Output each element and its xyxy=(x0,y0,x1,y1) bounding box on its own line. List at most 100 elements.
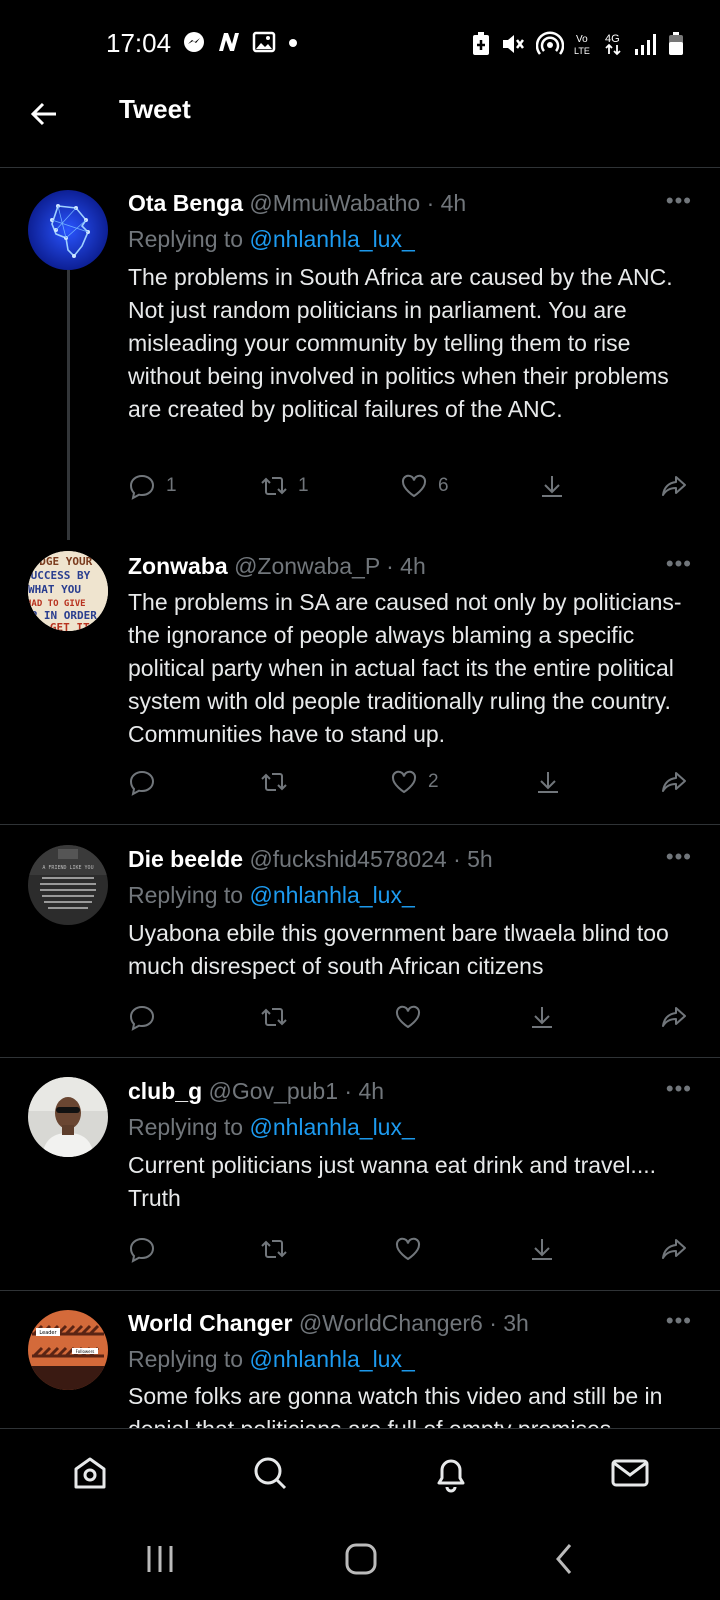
retweet-icon xyxy=(261,1240,287,1258)
replying-prefix: Replying to xyxy=(128,882,250,908)
more-options-icon[interactable]: ••• xyxy=(666,188,692,214)
bookmark-button[interactable] xyxy=(534,768,562,796)
bookmark-button[interactable] xyxy=(528,1003,556,1031)
retweet-icon xyxy=(261,477,287,495)
home-button-icon[interactable] xyxy=(344,1542,378,1576)
more-options-icon[interactable]: ••• xyxy=(666,1076,692,1102)
heart-icon xyxy=(401,474,427,498)
tweet-actions xyxy=(128,1235,698,1269)
tweet-actions: 1 1 6 xyxy=(128,472,698,506)
share-button[interactable] xyxy=(660,1003,688,1031)
messenger-icon xyxy=(184,32,204,52)
battery-saver-icon xyxy=(473,32,489,55)
retweet-button[interactable]: 1 xyxy=(260,472,309,500)
avatar[interactable]: JUDGE YOUR SUCCESS BY WHAT YOU HAD TO GI… xyxy=(28,551,108,631)
avatar[interactable]: Leader Followers xyxy=(28,1310,108,1390)
search-icon[interactable] xyxy=(250,1453,290,1493)
author-meta: @Zonwaba_P · 4h xyxy=(234,553,426,579)
volte-icon: VoLTE xyxy=(574,34,590,56)
bottom-nav xyxy=(0,1428,720,1520)
thread-line xyxy=(67,270,70,540)
like-button[interactable]: 2 xyxy=(390,768,439,796)
heart-icon xyxy=(395,1005,421,1029)
svg-text:Followers: Followers xyxy=(76,1349,95,1354)
system-nav-bar xyxy=(0,1520,720,1600)
retweet-button[interactable] xyxy=(260,768,288,796)
header: Tweet xyxy=(0,90,720,168)
author-name[interactable]: World Changer xyxy=(128,1310,292,1336)
retweet-button[interactable] xyxy=(260,1235,288,1263)
n-app-icon xyxy=(219,33,239,51)
tweet-1[interactable]: Ota Benga @MmuiWabatho · 4h ••• Replying… xyxy=(0,170,720,540)
share-icon xyxy=(662,772,686,792)
retweet-icon xyxy=(261,773,287,791)
reply-button[interactable] xyxy=(128,768,156,796)
page-title: Tweet xyxy=(119,94,191,124)
bookmark-button[interactable] xyxy=(528,1235,556,1263)
retweet-button[interactable] xyxy=(260,1003,288,1031)
replying-prefix: Replying to xyxy=(128,1346,250,1372)
tweet-3[interactable]: A FRIEND LIKE YOU Die beelde @fuckshid45… xyxy=(0,826,720,1058)
more-options-icon[interactable]: ••• xyxy=(666,551,692,577)
avatar[interactable]: A FRIEND LIKE YOU xyxy=(28,845,108,925)
reply-icon xyxy=(129,1237,155,1263)
replying-to: Replying to @nhlanhla_lux_ xyxy=(128,1114,415,1141)
share-button[interactable] xyxy=(660,472,688,500)
replying-to-link[interactable]: @nhlanhla_lux_ xyxy=(249,882,414,908)
recent-apps-icon[interactable] xyxy=(144,1542,176,1576)
download-icon xyxy=(532,1239,552,1260)
author-name[interactable]: Die beelde xyxy=(128,846,243,872)
heart-icon xyxy=(395,1237,421,1261)
svg-text:Leader: Leader xyxy=(39,1330,57,1336)
share-icon xyxy=(662,1007,686,1027)
bookmark-button[interactable] xyxy=(538,472,566,500)
svg-text:LTE: LTE xyxy=(574,46,590,56)
replying-to: Replying to @nhlanhla_lux_ xyxy=(128,226,415,253)
author-meta: @WorldChanger6 · 3h xyxy=(298,1310,529,1336)
tweet-text: Uyabona ebile this government bare tlwae… xyxy=(128,920,669,979)
download-icon xyxy=(542,476,562,497)
home-icon[interactable] xyxy=(70,1453,110,1493)
reply-button[interactable] xyxy=(128,1003,156,1031)
tweet-4[interactable]: club_g @Gov_pub1 · 4h ••• Replying to @n… xyxy=(0,1059,720,1291)
dot-icon xyxy=(289,39,297,47)
mute-icon xyxy=(503,35,524,53)
download-icon xyxy=(538,772,558,793)
more-options-icon[interactable]: ••• xyxy=(666,1308,692,1334)
author-name[interactable]: club_g xyxy=(128,1078,202,1104)
reply-count: 1 xyxy=(166,475,177,496)
tweet-text: The problems in SA are caused not only b… xyxy=(128,589,682,747)
share-button[interactable] xyxy=(660,768,688,796)
signal-icon xyxy=(635,34,656,55)
back-arrow-icon[interactable] xyxy=(28,98,60,130)
avatar[interactable] xyxy=(28,1077,108,1157)
messages-icon[interactable] xyxy=(610,1453,650,1493)
author-name[interactable]: Ota Benga xyxy=(128,190,243,216)
share-icon xyxy=(662,1239,686,1259)
tweet-header: Ota Benga @MmuiWabatho · 4h xyxy=(128,190,466,217)
author-meta: @MmuiWabatho · 4h xyxy=(249,190,467,216)
replying-to-link[interactable]: @nhlanhla_lux_ xyxy=(249,226,414,252)
author-name[interactable]: Zonwaba xyxy=(128,553,228,579)
like-button[interactable] xyxy=(394,1003,422,1031)
more-options-icon[interactable]: ••• xyxy=(666,844,692,870)
tweet-5[interactable]: Leader Followers World Changer @WorldCha… xyxy=(0,1292,720,1428)
avatar[interactable] xyxy=(28,190,108,270)
share-button[interactable] xyxy=(660,1235,688,1263)
replying-to-link[interactable]: @nhlanhla_lux_ xyxy=(249,1114,414,1140)
like-button[interactable]: 6 xyxy=(400,472,449,500)
svg-text:A FRIEND LIKE YOU: A FRIEND LIKE YOU xyxy=(42,865,93,871)
tweet-header: Die beelde @fuckshid4578024 · 5h xyxy=(128,846,493,873)
author-meta: @Gov_pub1 · 4h xyxy=(208,1078,385,1104)
replying-to-link[interactable]: @nhlanhla_lux_ xyxy=(249,1346,414,1372)
download-icon xyxy=(532,1007,552,1028)
back-button-icon[interactable] xyxy=(550,1542,578,1576)
tweet-text: Current politicians just wanna eat drink… xyxy=(128,1152,656,1211)
like-button[interactable] xyxy=(394,1235,422,1263)
4g-icon: 4G xyxy=(605,33,621,56)
reply-button[interactable]: 1 xyxy=(128,472,177,500)
notifications-icon[interactable] xyxy=(431,1453,471,1493)
tweet-2[interactable]: JUDGE YOUR SUCCESS BY WHAT YOU HAD TO GI… xyxy=(0,540,720,825)
reply-button[interactable] xyxy=(128,1235,156,1263)
svg-text:4G: 4G xyxy=(605,33,620,45)
